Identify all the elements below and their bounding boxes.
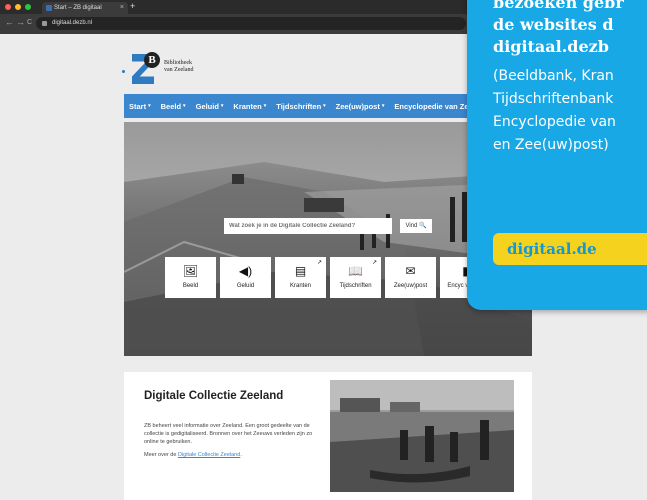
- chevron-down-icon: ▾: [148, 103, 151, 109]
- address-bar[interactable]: digitaal.dezb.nl: [36, 17, 466, 30]
- search-bar: Vind 🔍: [224, 218, 434, 234]
- more-prefix: Meer over de: [144, 452, 178, 458]
- search-input[interactable]: [224, 218, 392, 234]
- tile-kranten[interactable]: ▤ Kranten ↗: [275, 257, 326, 298]
- close-window-button[interactable]: [5, 4, 11, 10]
- promo-overlay: bezoeken gebr de websites d digitaal.dezb …: [467, 0, 647, 310]
- browser-tab[interactable]: Start – ZB digitaal ×: [42, 2, 128, 14]
- tab-close-icon[interactable]: ×: [120, 2, 124, 14]
- overlay-text-line: Tijdschriftenbank: [493, 91, 614, 107]
- menu-item-label: Beeld: [160, 101, 182, 111]
- favicon-icon: [46, 5, 52, 11]
- overlay-heading-line: bezoeken gebr: [493, 0, 624, 12]
- logo-text: Bibliotheek van Zeeland: [164, 60, 224, 74]
- chevron-down-icon: ▾: [183, 103, 186, 109]
- external-link-icon: ↗: [316, 260, 322, 266]
- section-title: Digitale Collectie Zeeland: [144, 390, 284, 402]
- chevron-down-icon: ▾: [323, 103, 326, 109]
- menu-item-beeld[interactable]: Beeld ▾: [156, 102, 191, 111]
- back-icon[interactable]: ←: [5, 17, 14, 27]
- menu-item-zee-uw-post[interactable]: Zee(uw)post ▾: [331, 102, 390, 111]
- section-more: Meer over de Digitale Collectie Zeeland.: [144, 452, 242, 458]
- menu-item-tijdschriften[interactable]: Tijdschriften ▾: [271, 102, 330, 111]
- chevron-down-icon: ▾: [263, 103, 267, 109]
- logo-name-line1: Bibliotheek: [164, 60, 192, 66]
- tab-title: Start – ZB digitaal: [54, 5, 102, 11]
- menu-item-label: Geluid: [195, 101, 219, 111]
- overlay-heading-line: de websites d: [493, 15, 614, 34]
- forward-icon[interactable]: →: [16, 17, 25, 27]
- menu-item-label: Tijdschriften: [276, 101, 322, 111]
- menu-item-geluid[interactable]: Geluid ▾: [191, 102, 229, 111]
- reload-icon[interactable]: C: [27, 19, 32, 26]
- logo-dot: [122, 70, 125, 73]
- intro-section: Digitale Collectie Zeeland ZB beheert ve…: [124, 372, 532, 500]
- image-icon: 🖼: [182, 264, 199, 278]
- external-link-icon: ↗: [371, 260, 377, 266]
- url-text: digitaal.dezb.nl: [52, 20, 93, 26]
- overlay-heading-line: digitaal.dezb: [493, 37, 609, 56]
- tile-label: Beeld: [182, 283, 199, 289]
- tile-label: Geluid: [236, 283, 255, 289]
- tile-label: Kranten: [289, 283, 311, 289]
- section-body: ZB beheert veel informatie over Zeeland.…: [144, 423, 313, 445]
- minimize-window-button[interactable]: [15, 4, 21, 10]
- menu-item-start[interactable]: Start ▾: [124, 102, 156, 111]
- menu-item-label: Start: [129, 101, 147, 111]
- search-button[interactable]: Vind 🔍: [400, 219, 432, 233]
- menu-item-label: Zee(uw)post: [335, 101, 380, 111]
- collection-tiles: 🖼 Beeld ◀) Geluid ▤ Kranten ↗ 📖 Tijdschriften ↗ ✉ Z…: [165, 257, 491, 298]
- collection-link[interactable]: Digitale Collectie Zeeland: [178, 452, 240, 458]
- tile-label: Zee(uw)post: [393, 283, 428, 289]
- newspaper-icon: ▤: [294, 264, 307, 278]
- overlay-text-line: en Zee(uw)post): [493, 137, 609, 153]
- overlay-link-button[interactable]: digitaal.de: [493, 233, 647, 265]
- overlay-heading: bezoeken gebr de websites d digitaal.dezb: [493, 0, 624, 58]
- logo-b-mark: B: [144, 52, 160, 68]
- overlay-text-line: Encyclopedie van: [493, 114, 616, 130]
- tile-geluid[interactable]: ◀) Geluid: [220, 257, 271, 298]
- new-tab-button[interactable]: +: [130, 1, 135, 11]
- overlay-text-line: (Beeldbank, Kran: [493, 68, 614, 84]
- chevron-down-icon: ▾: [381, 103, 385, 109]
- tile-tijdschriften[interactable]: 📖 Tijdschriften ↗: [330, 257, 381, 298]
- menu-item-label: Kranten: [233, 101, 262, 111]
- maximize-window-button[interactable]: [25, 4, 31, 10]
- menu-item-label: Encyclopedie van Ze: [394, 101, 469, 111]
- window-controls: [5, 4, 31, 10]
- menu-item-kranten[interactable]: Kranten ▾: [228, 102, 271, 111]
- menu-item-encyclopedie-van-ze[interactable]: Encyclopedie van Ze: [389, 102, 473, 111]
- chevron-down-icon: ▾: [220, 103, 224, 109]
- tile-zee-uw-post[interactable]: ✉ Zee(uw)post: [385, 257, 436, 298]
- logo-name-line2: van Zeeland: [164, 67, 194, 73]
- section-photo: [330, 380, 514, 492]
- lock-icon: [42, 21, 47, 26]
- browser-window: Start – ZB digitaal × + ← → C digitaal.d…: [0, 0, 647, 500]
- tile-label: Tijdschriften: [339, 283, 372, 289]
- envelope-icon: ✉: [405, 264, 416, 278]
- tile-beeld[interactable]: 🖼 Beeld: [165, 257, 216, 298]
- magazine-icon: 📖: [348, 264, 363, 278]
- more-suffix: .: [240, 452, 242, 458]
- speaker-icon: ◀): [238, 264, 253, 278]
- overlay-text: (Beeldbank, Kran Tijdschriftenbank Encyclo…: [493, 65, 616, 157]
